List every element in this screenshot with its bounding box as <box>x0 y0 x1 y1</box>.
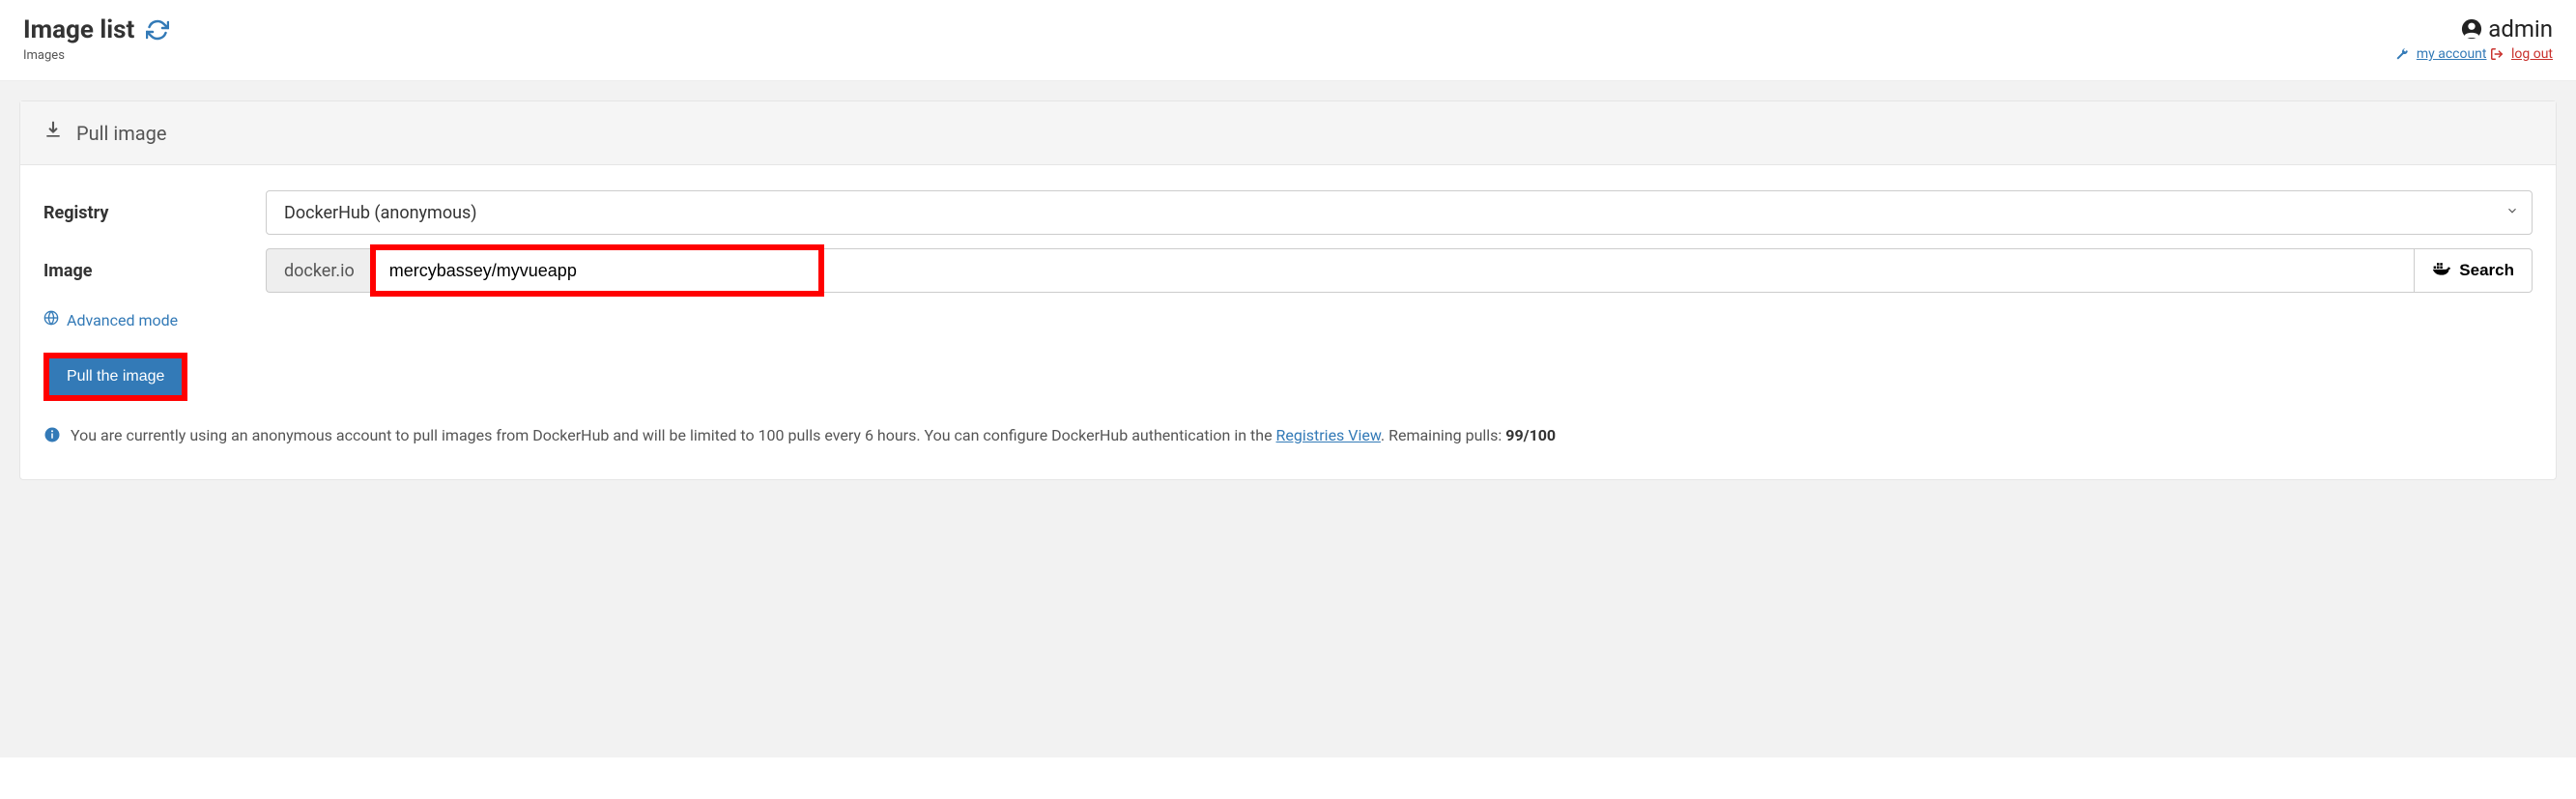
title-row: Image list <box>23 15 169 44</box>
header-right: admin my account log out <box>2395 15 2553 62</box>
logout-icon <box>2490 47 2504 61</box>
info-remaining: 99/100 <box>1505 426 1556 444</box>
info-text-post: . Remaining pulls: <box>1381 426 1505 444</box>
panel-body: Registry DockerHub (anonymous) Image <box>20 165 2556 479</box>
docker-icon <box>2432 261 2451 281</box>
image-row: Image docker.io Search <box>43 248 2533 293</box>
user-links: my account log out <box>2395 46 2553 62</box>
image-input-highlight <box>370 244 824 297</box>
info-icon <box>43 426 61 450</box>
registry-row: Registry DockerHub (anonymous) <box>43 190 2533 235</box>
image-prefix: docker.io <box>266 248 372 293</box>
image-input[interactable] <box>389 261 805 281</box>
image-label: Image <box>43 261 266 281</box>
user-icon <box>2461 18 2482 40</box>
globe-icon <box>43 310 59 329</box>
pull-button-highlight: Pull the image <box>43 353 187 401</box>
registry-label: Registry <box>43 203 266 223</box>
logout-link[interactable]: log out <box>2511 46 2553 62</box>
advanced-row: Advanced mode <box>43 310 2533 329</box>
info-text-pre: You are currently using an anonymous acc… <box>71 426 1276 444</box>
my-account-link[interactable]: my account <box>2417 46 2487 62</box>
registries-view-link[interactable]: Registries View <box>1276 426 1381 444</box>
pull-image-panel: Pull image Registry DockerHub (anonymous… <box>19 100 2557 480</box>
registry-select[interactable]: DockerHub (anonymous) <box>266 190 2533 235</box>
advanced-mode-label: Advanced mode <box>67 311 178 329</box>
refresh-icon[interactable] <box>146 18 169 42</box>
breadcrumb[interactable]: Images <box>23 48 169 63</box>
panel-title: Pull image <box>76 122 166 145</box>
image-input-group: docker.io Search <box>266 248 2533 293</box>
header-left: Image list Images <box>23 15 169 63</box>
info-text: You are currently using an anonymous acc… <box>71 424 1556 447</box>
user-name: admin <box>2488 15 2553 43</box>
wrench-icon <box>2395 47 2409 61</box>
image-input-filler[interactable] <box>824 248 2415 293</box>
user-info: admin <box>2395 15 2553 43</box>
advanced-mode-link[interactable]: Advanced mode <box>43 310 178 329</box>
panel-header: Pull image <box>20 101 2556 165</box>
download-icon <box>43 121 63 145</box>
page-title: Image list <box>23 15 134 44</box>
content-area: Pull image Registry DockerHub (anonymous… <box>0 81 2576 757</box>
search-button-label: Search <box>2459 261 2514 280</box>
pull-image-button[interactable]: Pull the image <box>49 358 182 395</box>
registry-selected-value: DockerHub (anonymous) <box>284 203 477 223</box>
page-header: Image list Images admin my account log o… <box>0 0 2576 81</box>
info-row: You are currently using an anonymous acc… <box>43 424 2533 450</box>
search-button[interactable]: Search <box>2414 248 2533 293</box>
